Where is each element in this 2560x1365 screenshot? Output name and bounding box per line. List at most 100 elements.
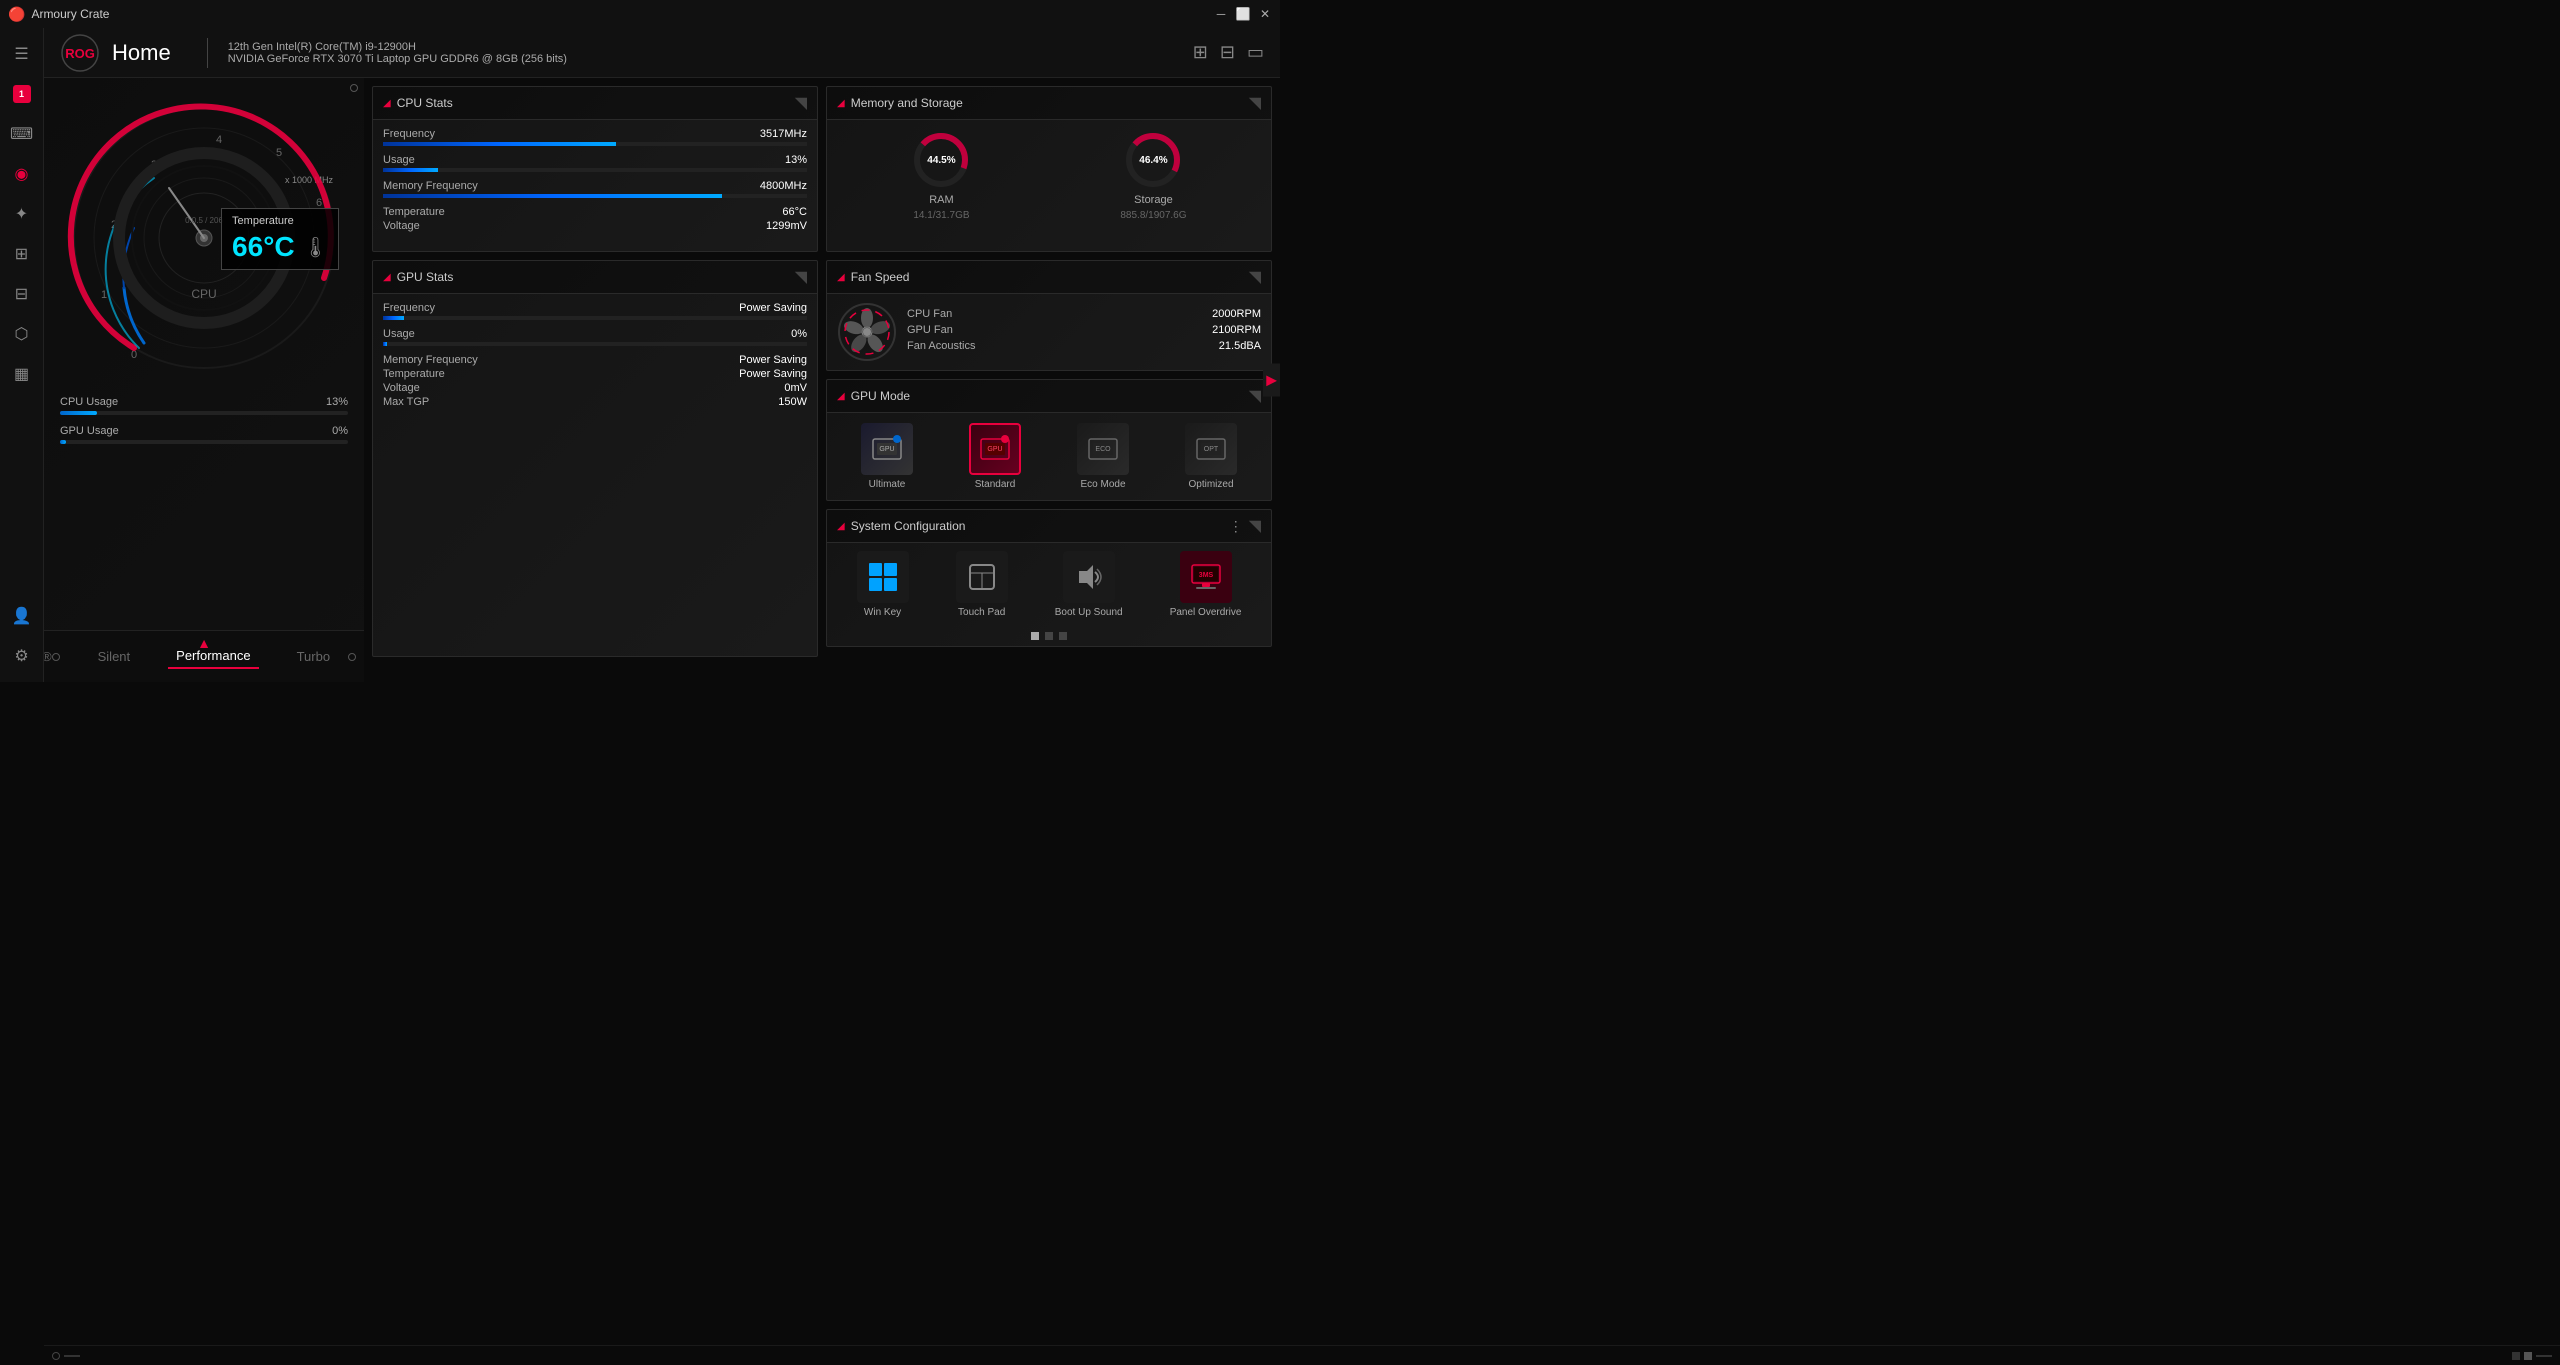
bottom-line [64, 1355, 80, 1357]
cpu-stats-corner-tl: ◢ [383, 98, 391, 109]
gpu-mode-standard-label: Standard [975, 479, 1016, 490]
cpu-temp-value: 66°C [782, 206, 807, 218]
bottom-spacer [2536, 1355, 2552, 1357]
sys-config-boot-sound[interactable]: Boot Up Sound [1055, 551, 1123, 618]
lighting-icon: ✦ [15, 204, 28, 224]
sidebar-item-sliders[interactable]: ⊟ [4, 276, 40, 312]
panel-overdrive-label: Panel Overdrive [1170, 607, 1242, 618]
gpu-freq-bar-fill [383, 316, 404, 320]
cpu-usage-row: CPU Usage 13% [60, 396, 348, 415]
mem-storage-body: 44.5% RAM 14.1/31.7GB [827, 120, 1271, 231]
keyboard-icon: ⌨ [10, 124, 33, 144]
temp-label: Temperature [232, 215, 328, 227]
cpu-voltage-row: Voltage 1299mV [383, 220, 807, 232]
gpu-maxtgp-row: Max TGP 150W [383, 396, 807, 408]
sidebar-item-aura[interactable]: ◉ [4, 156, 40, 192]
cpu-info: 12th Gen Intel(R) Core(TM) i9-12900H [228, 41, 567, 53]
gpu-mode-panel: ◢ GPU Mode ◥ [826, 379, 1272, 501]
cpu-voltage-value: 1299mV [766, 220, 807, 232]
app-container: ☰ 1 ⌨ ◉ ✦ ⊞ ⊟ ⬡ ▦ 👤 ⚙ [0, 28, 1280, 682]
storage-percent: 46.4% [1139, 155, 1167, 166]
sys-config-panel-overdrive[interactable]: 3MS Panel Overdrive [1170, 551, 1242, 618]
gpu-mode-optimized[interactable]: OPT Optimized [1185, 423, 1237, 490]
fan-speed-header: ◢ Fan Speed ◥ [827, 261, 1271, 294]
gpu-mode-ultimate[interactable]: GPU Ultimate [861, 423, 913, 490]
storage-donut-container: 46.4% [1123, 130, 1183, 190]
sidebar-item-monitor[interactable]: ▦ [4, 356, 40, 392]
sys-config-win-key[interactable]: Win Key [857, 551, 909, 618]
maximize-button[interactable]: ⬜ [1236, 7, 1250, 21]
touchpad-icon [956, 551, 1008, 603]
gpu-memfreq-value: Power Saving [739, 354, 807, 366]
cpu-memfreq-value: 4800MHz [760, 180, 807, 192]
grid-view-button[interactable]: ⊞ [1193, 42, 1208, 63]
expand-right-button[interactable]: ▶ [1263, 364, 1280, 397]
home-badge: 1 [13, 85, 31, 103]
expand-button[interactable]: ▭ [1247, 42, 1264, 63]
gpu-mode-ultimate-label: Ultimate [869, 479, 906, 490]
gpu-usage-bar-bg [60, 440, 348, 444]
cpu-usage-stat-bar-fill [383, 168, 438, 172]
gpu-mode-optimized-icon: OPT [1185, 423, 1237, 475]
sidebar-item-menu[interactable]: ☰ [4, 36, 40, 72]
fan-corner-tl: ◢ [837, 272, 845, 283]
sidebar-item-tools[interactable]: ⊞ [4, 236, 40, 272]
cpu-usage-stat-label: Usage [383, 154, 415, 166]
aura-icon: ◉ [15, 164, 29, 184]
mode-tab-performance[interactable]: Performance [168, 644, 258, 669]
storage-donut-item: 46.4% Storage 885.8/1907.6G [1120, 130, 1186, 221]
sys-config-more-icon[interactable]: ⋮ [1229, 518, 1243, 535]
cpu-stats-title: CPU Stats [397, 96, 453, 110]
svg-text:x 1000 MHz: x 1000 MHz [285, 175, 334, 185]
cpu-usage-bar-fill [60, 411, 97, 415]
minimize-button[interactable]: ─ [1214, 7, 1228, 21]
sys-config-title: System Configuration [851, 519, 966, 533]
right-column: ◢ Fan Speed ◥ [826, 260, 1272, 656]
gpu-mode-eco[interactable]: ECO Eco Mode [1077, 423, 1129, 490]
mode-tab-turbo[interactable]: Turbo [289, 645, 338, 668]
sidebar-item-user[interactable]: 👤 [4, 598, 40, 634]
gpu-usage-stat-bar-fill [383, 342, 387, 346]
sys-config-touchpad[interactable]: Touch Pad [956, 551, 1008, 618]
gpu-temp-label: Temperature [383, 368, 445, 380]
gpu-mode-standard[interactable]: GPU Standard [969, 423, 1021, 490]
header-actions: ⊞ ⊟ ▭ [1193, 42, 1264, 63]
storage-donut-center: 46.4% [1139, 154, 1167, 166]
titlebar-title: Armoury Crate [31, 7, 109, 21]
gpu-usage-label: GPU Usage [60, 425, 119, 437]
close-button[interactable]: ✕ [1258, 7, 1272, 21]
gpu-mode-body: GPU Ultimate [827, 413, 1271, 500]
sidebar-item-tag[interactable]: ⬡ [4, 316, 40, 352]
sliders-icon: ⊟ [15, 284, 28, 304]
gpu-mode-eco-icon: ECO [1077, 423, 1129, 475]
gpu-usage-stat-value: 0% [791, 328, 807, 340]
rog-logo: ROG [60, 33, 100, 73]
svg-text:ECO: ECO [1095, 446, 1111, 453]
mem-corner-tr: ◥ [1249, 93, 1261, 113]
svg-text:3MS: 3MS [1198, 572, 1213, 579]
fan-icon-wrap [837, 302, 897, 362]
sidebar-item-lighting[interactable]: ✦ [4, 196, 40, 232]
tag-icon: ⬡ [15, 324, 29, 344]
bottom-bar [44, 1345, 2560, 1365]
layout-button[interactable]: ⊟ [1220, 42, 1235, 63]
cpu-freq-label: Frequency [383, 128, 435, 140]
gpu-memfreq-row: Memory Frequency Power Saving [383, 354, 807, 366]
sidebar-item-keyboard[interactable]: ⌨ [4, 116, 40, 152]
ram-label: RAM [929, 194, 953, 206]
gpu-usage-stat-label: Usage [383, 328, 415, 340]
fan-speed-panel: ◢ Fan Speed ◥ [826, 260, 1272, 371]
titlebar-controls: ─ ⬜ ✕ [1214, 7, 1272, 21]
ram-donut-center: 44.5% [927, 154, 955, 166]
cpu-usage-value: 13% [326, 396, 348, 408]
fan-acoustics-label: Fan Acoustics [907, 340, 975, 352]
mode-tab-silent[interactable]: Silent [90, 645, 139, 668]
sidebar-item-home[interactable]: 1 [4, 76, 40, 112]
win-key-label: Win Key [864, 607, 901, 618]
sidebar-item-settings[interactable]: ⚙ [4, 638, 40, 674]
cpu-usage-label: CPU Usage [60, 396, 118, 408]
touchpad-label: Touch Pad [958, 607, 1005, 618]
temp-value: 66°C [232, 231, 295, 263]
gpu-temp-row: Temperature Power Saving [383, 368, 807, 380]
sys-corner-tr: ◥ [1249, 516, 1261, 536]
